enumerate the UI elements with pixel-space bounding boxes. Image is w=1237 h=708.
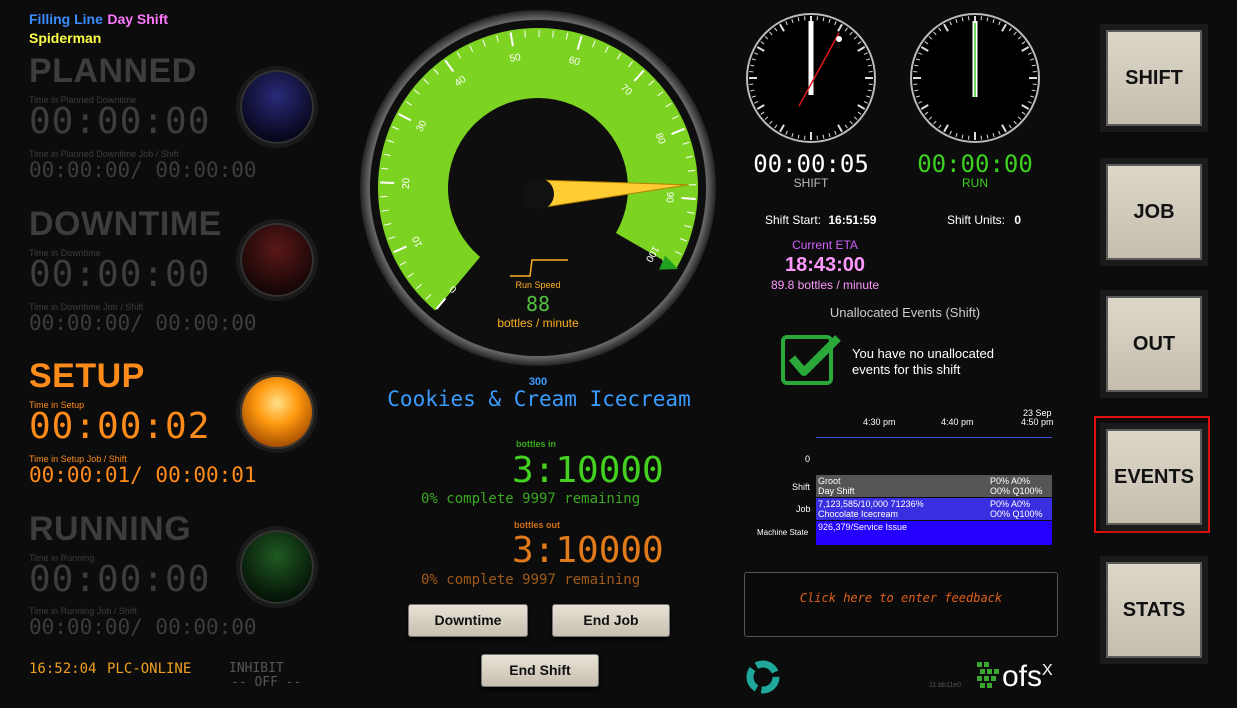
setup-lamp xyxy=(236,371,318,453)
downtime-time: 00:00:00 xyxy=(29,254,211,295)
product-name: Cookies & Cream Icecream xyxy=(387,387,691,411)
planned-job-shift-time: 00:00:00/ 00:00:00 xyxy=(29,158,257,182)
line-name: Filling Line xyxy=(29,11,103,27)
running-job-shift-time: 00:00:00/ 00:00:00 xyxy=(29,615,257,639)
timeline-machine-label: Machine State xyxy=(757,528,809,537)
gauge-tick-label: 90 xyxy=(663,191,675,203)
run-speed-unit: bottles / minute xyxy=(497,316,579,330)
bottles-out-value: 3:10000 xyxy=(512,530,664,571)
run-speed-value: 88 xyxy=(525,292,551,316)
timeline-machine-bar[interactable]: 926,379/Service Issue xyxy=(816,521,1052,545)
running-lamp xyxy=(236,526,318,608)
shift-name: Day Shift xyxy=(107,11,169,27)
running-title: RUNNING xyxy=(29,510,192,548)
end-job-button[interactable]: End Job xyxy=(552,604,670,637)
events-message: You have no unallocated events for this … xyxy=(852,346,994,377)
downtime-job-shift-time: 00:00:00/ 00:00:00 xyxy=(29,311,257,335)
bottles-in-label: bottles in xyxy=(516,439,556,449)
run-clock xyxy=(910,13,1040,143)
plc-status: PLC-ONLINE xyxy=(107,661,192,677)
ofsx-logo-sup: X xyxy=(1042,662,1053,679)
timeline-zero: 0 xyxy=(805,454,811,464)
shift-side-button[interactable]: SHIFT xyxy=(1100,24,1208,132)
events-side-button[interactable]: EVENTS xyxy=(1100,423,1208,531)
setup-title: SETUP xyxy=(29,357,145,395)
ofsx-logo-icon xyxy=(977,662,999,688)
bottles-in-status: 0% complete 9997 remaining xyxy=(421,491,641,507)
feedback-box[interactable]: Click here to enter feedback xyxy=(744,572,1058,637)
timeline-tick-2: 4:40 pm xyxy=(941,417,974,427)
timeline-shift-name: Groot xyxy=(818,476,841,486)
checkmark-icon xyxy=(781,335,841,385)
run-speed-label: Run Speed xyxy=(515,280,561,290)
gauge-tick xyxy=(681,197,696,201)
planned-lamp xyxy=(236,66,318,148)
eta-rate: 89.8 bottles / minute xyxy=(770,278,880,292)
shift-timer: 00:00:05 xyxy=(753,150,869,178)
end-shift-button[interactable]: End Shift xyxy=(481,654,599,687)
shift-start-value: 16:51:59 xyxy=(828,213,877,227)
downtime-lamp xyxy=(236,219,318,301)
planned-time: 00:00:00 xyxy=(29,101,211,142)
timeline-tick-3: 4:50 pm xyxy=(1021,417,1054,427)
shift-clock xyxy=(746,13,876,143)
ofsx-logo-text: ofsX xyxy=(1002,660,1053,694)
timeline-shift-oq: O0% Q100% xyxy=(990,486,1043,496)
refresh-logo-icon[interactable] xyxy=(744,658,782,696)
setup-time: 00:00:02 xyxy=(29,406,211,447)
stats-side-button[interactable]: STATS xyxy=(1100,556,1208,664)
eta-value: 18:43:00 xyxy=(784,254,866,276)
shift-start: Shift Start: 16:51:59 xyxy=(765,213,876,227)
inhibit-state: -- OFF -- xyxy=(231,675,302,690)
timeline-job-oq: O0% Q100% xyxy=(990,509,1043,519)
downtime-title: DOWNTIME xyxy=(29,205,222,243)
timeline-shift-pa: P0% A0% xyxy=(990,476,1031,486)
eta-label: Current ETA xyxy=(792,238,858,252)
shift-timeline[interactable]: 4:30 pm 4:40 pm 23 Sep 4:50 pm 0 Shift J… xyxy=(745,405,1055,547)
timeline-job-product: Chocolate Icecream xyxy=(818,509,899,519)
setup-job-shift-time: 00:00:01/ 00:00:01 xyxy=(29,463,257,487)
run-timer-label: RUN xyxy=(962,176,988,190)
version-text: 11.bb11e0 xyxy=(929,682,962,689)
shift-units-value: 0 xyxy=(1014,213,1022,227)
events-title: Unallocated Events (Shift) xyxy=(829,305,981,320)
timeline-tick-1: 4:30 pm xyxy=(863,417,896,427)
shift-units-label: Shift Units: xyxy=(947,213,1006,227)
timeline-axis-line xyxy=(816,437,1052,438)
running-time: 00:00:00 xyxy=(29,559,211,600)
gauge-tick xyxy=(552,30,554,38)
shift-units: Shift Units: 0 xyxy=(947,213,1021,227)
timeline-shift-bar[interactable]: Groot Day Shift P0% A0% O0% Q100% xyxy=(816,475,1052,497)
timeline-machine-state: 926,379/Service Issue xyxy=(818,522,908,532)
gauge-hub xyxy=(522,178,554,210)
timeline-job-pa: P0% A0% xyxy=(990,499,1031,509)
gauge-tick xyxy=(524,30,526,38)
timeline-shift-type: Day Shift xyxy=(818,486,855,496)
bottles-out-label: bottles out xyxy=(514,520,560,530)
operator-name: Spiderman xyxy=(29,30,102,46)
bottles-out-status: 0% complete 9997 remaining xyxy=(421,572,641,588)
bottles-in-value: 3:10000 xyxy=(512,450,664,491)
timeline-job-label: Job xyxy=(796,504,811,514)
downtime-button[interactable]: Downtime xyxy=(408,604,528,637)
current-clock: 16:52:04 xyxy=(29,661,97,677)
feedback-placeholder: Click here to enter feedback xyxy=(799,591,1003,605)
gauge-tick-label: 20 xyxy=(401,177,412,189)
ofsx-logo-word: ofs xyxy=(1002,660,1043,693)
shift-start-label: Shift Start: xyxy=(765,213,822,227)
shift-timer-label: SHIFT xyxy=(793,176,829,190)
timeline-shift-label: Shift xyxy=(792,482,811,492)
out-side-button[interactable]: OUT xyxy=(1100,290,1208,398)
job-side-button[interactable]: JOB xyxy=(1100,158,1208,266)
header-line-shift: Filling Line Day Shift xyxy=(29,11,168,29)
timeline-job-count: 7,123,585/10,000 71236% xyxy=(818,499,924,509)
run-timer: 00:00:00 xyxy=(917,150,1033,178)
inhibit-label: INHIBIT xyxy=(229,661,284,676)
planned-title: PLANNED xyxy=(29,52,197,90)
timeline-job-bar[interactable]: 7,123,585/10,000 71236% Chocolate Icecre… xyxy=(816,498,1052,520)
